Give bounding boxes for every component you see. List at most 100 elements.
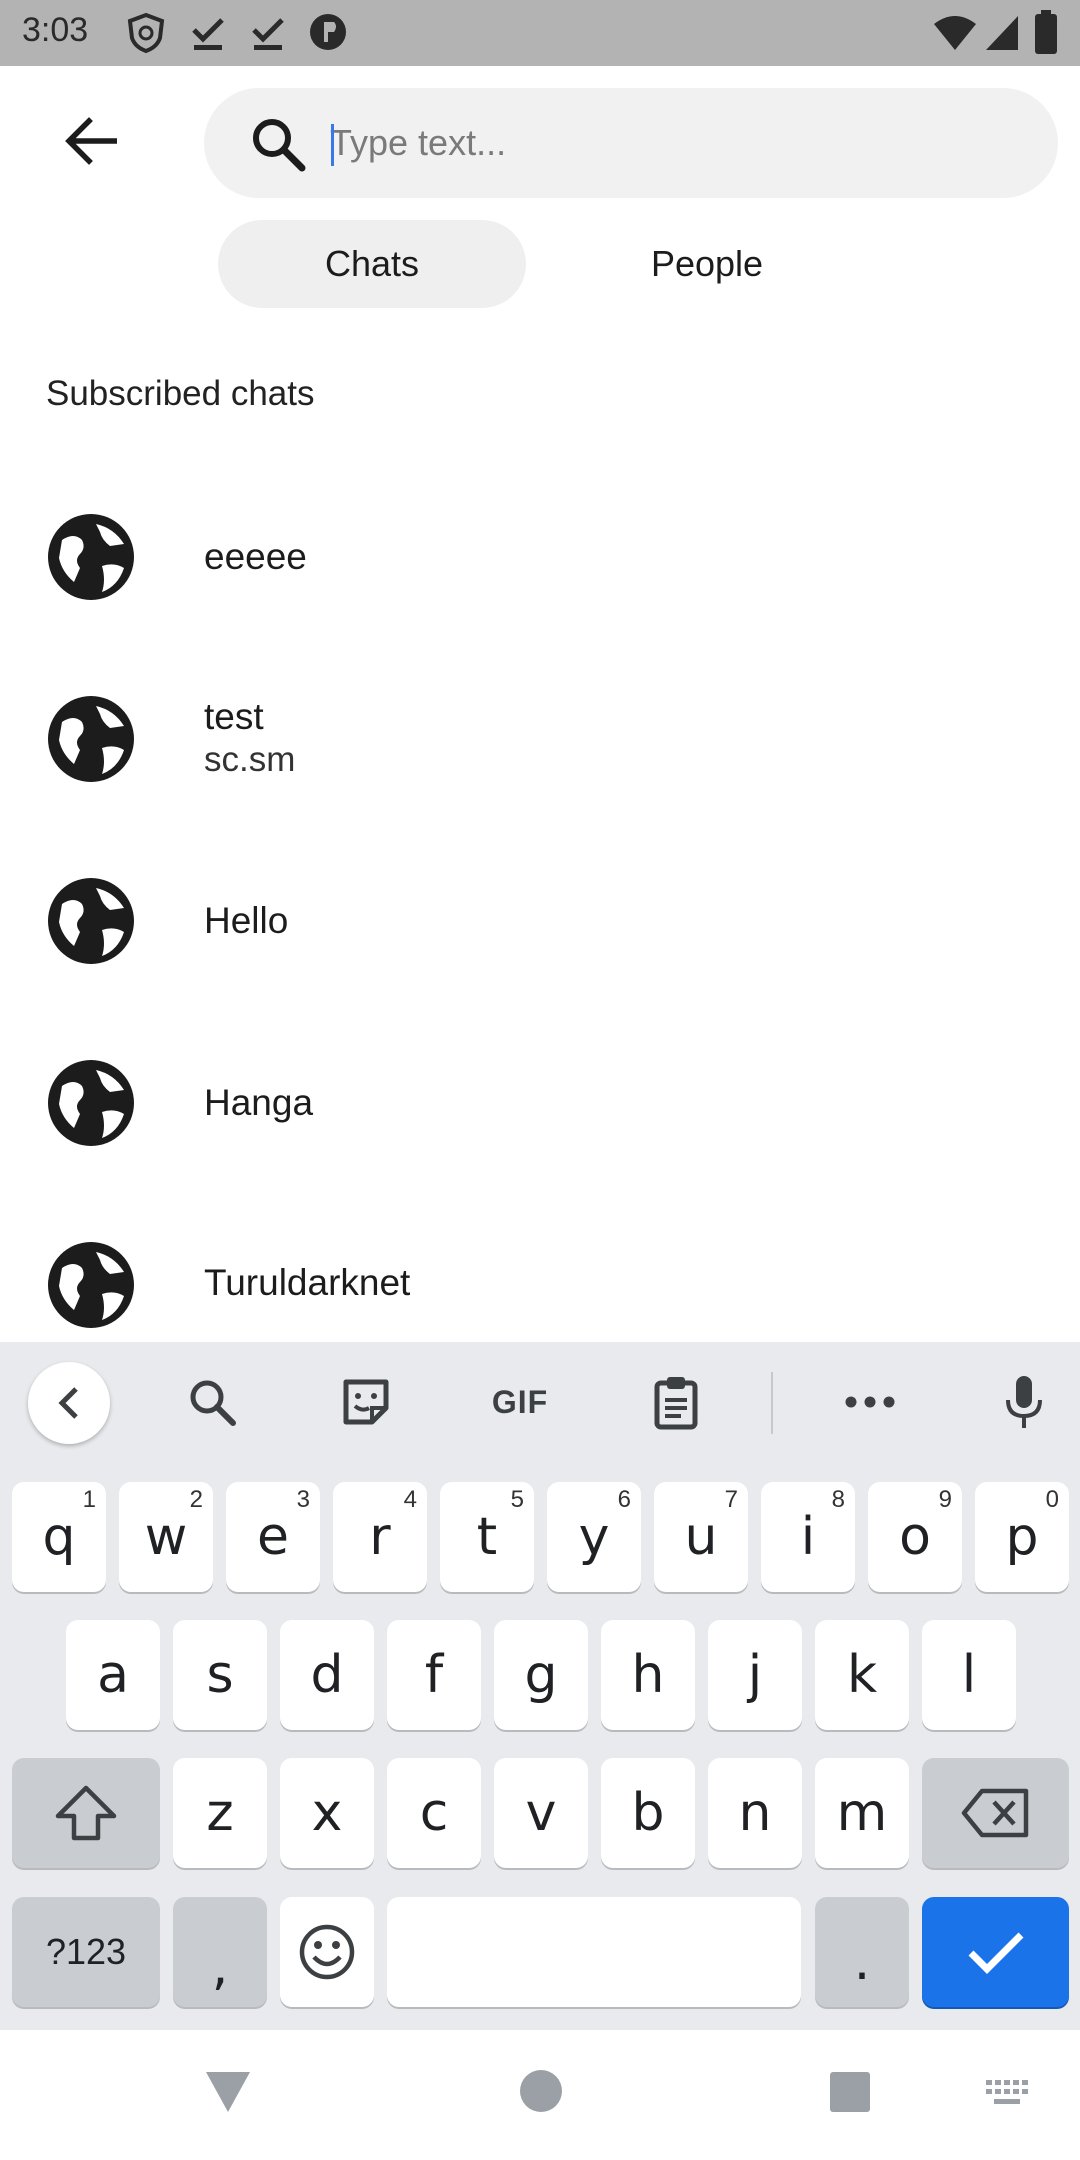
key-label: b: [631, 1783, 665, 1843]
key-x[interactable]: x: [280, 1758, 374, 1868]
battery-icon: [1035, 10, 1057, 54]
comma-key[interactable]: ,: [173, 1897, 267, 2007]
toolbar-divider: [771, 1372, 773, 1434]
back-button[interactable]: [50, 100, 132, 182]
vpn-shield-icon: [127, 12, 165, 54]
key-label: o: [899, 1507, 931, 1567]
globe-icon: [48, 1242, 134, 1328]
list-item[interactable]: Hello: [0, 830, 1080, 1012]
signal-icon: [986, 16, 1018, 50]
navigation-bar: [0, 2030, 1080, 2160]
tab-people[interactable]: People: [560, 220, 854, 308]
key-label: p: [1005, 1507, 1039, 1567]
status-time: 3:03: [22, 11, 89, 49]
key-hint: 5: [510, 1486, 524, 1513]
clipboard-button[interactable]: [644, 1370, 708, 1434]
key-label: z: [206, 1783, 234, 1843]
nav-recents-icon[interactable]: [828, 2070, 872, 2114]
list-item[interactable]: Turuldarknet: [0, 1194, 1080, 1342]
globe-icon: [48, 878, 134, 964]
keyboard-collapse-button[interactable]: [28, 1362, 110, 1444]
key-b[interactable]: b: [601, 1758, 695, 1868]
key-f[interactable]: f: [387, 1620, 481, 1730]
key-m[interactable]: m: [815, 1758, 909, 1868]
key-label: g: [524, 1645, 558, 1705]
keyboard-switch-icon[interactable]: [986, 2080, 1030, 2110]
nav-back-icon[interactable]: [204, 2068, 252, 2114]
shift-key[interactable]: [12, 1758, 160, 1868]
key-label: r: [369, 1507, 391, 1567]
keyboard-search-button[interactable]: [180, 1370, 244, 1434]
section-title: Subscribed chats: [46, 374, 315, 413]
key-l[interactable]: l: [922, 1620, 1016, 1730]
clipboard-icon: [654, 1377, 698, 1430]
search-icon: [190, 1380, 236, 1426]
key-g[interactable]: g: [494, 1620, 588, 1730]
sticker-button[interactable]: [334, 1370, 398, 1434]
nav-home-icon[interactable]: [518, 2068, 564, 2114]
key-p[interactable]: p0: [975, 1482, 1069, 1592]
key-r[interactable]: r4: [333, 1482, 427, 1592]
period-key[interactable]: .: [815, 1897, 909, 2007]
key-j[interactable]: j: [708, 1620, 802, 1730]
key-hint: 1: [82, 1486, 96, 1513]
key-z[interactable]: z: [173, 1758, 267, 1868]
chat-subtitle: sc.sm: [204, 740, 296, 779]
key-c[interactable]: c: [387, 1758, 481, 1868]
key-d[interactable]: d: [280, 1620, 374, 1730]
download-check-icon: [252, 18, 284, 50]
key-hint: 0: [1045, 1486, 1059, 1513]
list-item[interactable]: test sc.sm: [0, 648, 1080, 830]
search-icon: [253, 119, 306, 172]
key-k[interactable]: k: [815, 1620, 909, 1730]
key-h[interactable]: h: [601, 1620, 695, 1730]
key-hint: 9: [938, 1486, 952, 1513]
key-label: a: [97, 1645, 129, 1705]
key-t[interactable]: t5: [440, 1482, 534, 1592]
key-label: ,: [211, 1937, 229, 1997]
space-key[interactable]: [387, 1897, 801, 2007]
key-label: y: [578, 1507, 610, 1567]
backspace-key[interactable]: [922, 1758, 1069, 1868]
key-q[interactable]: q1: [12, 1482, 106, 1592]
symbols-key[interactable]: ?123: [12, 1897, 160, 2007]
emoji-icon: [299, 1924, 355, 1980]
list-item[interactable]: Hanga: [0, 1012, 1080, 1194]
key-e[interactable]: e3: [226, 1482, 320, 1592]
key-v[interactable]: v: [494, 1758, 588, 1868]
key-label: w: [144, 1507, 188, 1567]
more-horiz-icon: [845, 1396, 895, 1408]
enter-key[interactable]: [922, 1897, 1069, 2007]
key-w[interactable]: w2: [119, 1482, 213, 1592]
list-item[interactable]: eeeee: [0, 466, 1080, 648]
key-a[interactable]: a: [66, 1620, 160, 1730]
gif-button[interactable]: GIF: [484, 1370, 556, 1434]
app-circle-icon: [310, 14, 346, 50]
mic-icon: [1006, 1376, 1042, 1428]
chat-name: eeeee: [204, 536, 307, 577]
key-s[interactable]: s: [173, 1620, 267, 1730]
key-label: l: [961, 1645, 977, 1705]
key-o[interactable]: o9: [868, 1482, 962, 1592]
emoji-key[interactable]: [280, 1897, 374, 2007]
key-label: m: [836, 1783, 888, 1843]
chat-name: Hello: [204, 900, 289, 941]
key-label: s: [206, 1645, 234, 1705]
tab-chats[interactable]: Chats: [218, 220, 526, 308]
key-y[interactable]: y6: [547, 1482, 641, 1592]
search-bar[interactable]: [204, 88, 1058, 198]
key-i[interactable]: i8: [761, 1482, 855, 1592]
key-label: f: [424, 1645, 444, 1705]
download-check-icon: [192, 18, 224, 50]
more-button[interactable]: [838, 1370, 902, 1434]
key-label: n: [738, 1783, 772, 1843]
key-u[interactable]: u7: [654, 1482, 748, 1592]
search-input[interactable]: [330, 110, 1020, 176]
key-hint: 2: [189, 1486, 203, 1513]
key-label: u: [684, 1507, 718, 1567]
status-bar: 3:03: [0, 0, 1080, 66]
mic-button[interactable]: [992, 1370, 1056, 1434]
key-n[interactable]: n: [708, 1758, 802, 1868]
key-label: k: [846, 1645, 878, 1705]
tab-chats-label: Chats: [324, 243, 420, 284]
